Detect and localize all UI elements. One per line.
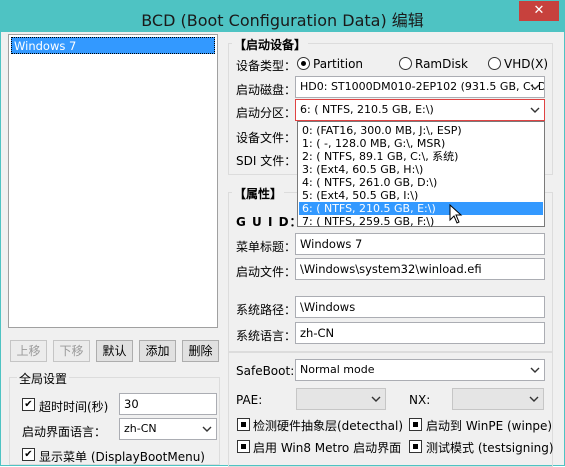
detecthal-checkbox[interactable] [237, 418, 250, 431]
default-button[interactable]: 默认 [96, 340, 133, 362]
partition-option[interactable]: 0: (FAT16, 300.0 MB, J:\, ESP) [299, 124, 543, 137]
mouse-cursor-icon [449, 204, 463, 224]
add-button[interactable]: 添加 [139, 340, 176, 362]
sdi-file-label: SDI 文件： [236, 154, 297, 168]
chevron-down-icon [371, 396, 381, 402]
metro-label: 启用 Win8 Metro 启动界面 [253, 441, 402, 455]
partition-dropdown-list[interactable]: 0: (FAT16, 300.0 MB, J:\, ESP) 1: ( -, 1… [297, 121, 545, 228]
partition-radio-label: Partition [313, 57, 364, 71]
safeboot-select[interactable]: Normal mode [295, 359, 545, 381]
metro-checkbox[interactable] [237, 440, 250, 453]
timeout-checkbox[interactable]: ✔ [22, 398, 35, 411]
boot-lang-label: 启动界面语言： [22, 425, 107, 439]
boot-partition-value: 6: ( NTFS, 210.5 GB, E:\) [300, 103, 434, 116]
safeboot-label: SafeBoot: [236, 364, 295, 378]
ramdisk-radio[interactable] [399, 57, 412, 70]
device-file-label: 设备文件： [236, 131, 297, 145]
partition-option-selected[interactable]: 6: ( NTFS, 210.5 GB, E:\) [299, 202, 543, 215]
partition-option[interactable]: 1: ( -, 128.0 MB, G:\, MSR) [299, 137, 543, 150]
boot-lang-value: zh-CN [124, 422, 157, 435]
safeboot-value: Normal mode [300, 363, 375, 376]
chevron-down-icon [530, 84, 540, 90]
show-menu-checkbox[interactable]: ✔ [22, 448, 35, 461]
testsigning-checkbox[interactable] [409, 440, 422, 453]
close-button[interactable]: ✕ [519, 1, 559, 21]
chevron-down-icon [529, 396, 539, 402]
partition-option[interactable]: 5: (Ext4, 50.5 GB, I:\) [299, 189, 543, 202]
menu-title-input[interactable]: Windows 7 [295, 233, 545, 255]
menu-title-label: 菜单标题： [236, 240, 297, 254]
title-bar: BCD (Boot Configuration Data) 编辑 ✕ [1, 1, 564, 32]
boot-disk-value: HD0: ST1000DM010-2EP102 (931.5 GB, C: D:… [300, 80, 545, 93]
timeout-label: 超时时间(秒) [39, 400, 109, 414]
properties-title: 【属性】 [232, 185, 285, 202]
boot-entry-list[interactable]: Windows 7 [8, 34, 218, 328]
boot-lang-select[interactable]: zh-CN [119, 418, 217, 440]
system-path-input[interactable]: \Windows [295, 296, 545, 318]
list-item[interactable]: Windows 7 [11, 37, 215, 54]
boot-disk-label: 启动磁盘： [236, 83, 297, 97]
partition-option[interactable]: 7: ( NTFS, 259.5 GB, F:\) [299, 215, 543, 228]
global-settings-title: 全局设置 [17, 370, 70, 387]
partition-radio[interactable] [297, 57, 310, 70]
testsigning-label: 测试模式 (testsigning) [426, 441, 554, 455]
window-title: BCD (Boot Configuration Data) 编辑 [141, 11, 424, 30]
device-type-label: 设备类型： [236, 59, 297, 73]
boot-file-label: 启动文件： [236, 265, 297, 279]
boot-disk-select[interactable]: HD0: ST1000DM010-2EP102 (931.5 GB, C: D:… [295, 76, 545, 98]
boot-device-title: 【启动设备】 [232, 36, 309, 53]
bcd-editor-window: BCD (Boot Configuration Data) 编辑 ✕ Windo… [0, 0, 565, 467]
winpe-checkbox[interactable] [409, 418, 422, 431]
boot-file-input[interactable]: \Windows\system32\winload.efi [295, 258, 545, 280]
show-menu-label: 显示菜单 (DisplayBootMenu) [39, 450, 205, 464]
chevron-down-icon [530, 107, 540, 113]
chevron-down-icon [530, 367, 540, 373]
partition-option[interactable]: 2: ( NTFS, 89.1 GB, C:\, 系统) [299, 150, 543, 163]
partition-option[interactable]: 4: ( NTFS, 261.0 GB, D:\) [299, 176, 543, 189]
boot-partition-label: 启动分区： [236, 106, 297, 120]
vhd-radio[interactable] [488, 57, 501, 70]
boot-partition-select[interactable]: 6: ( NTFS, 210.5 GB, E:\) [295, 99, 545, 121]
system-lang-input[interactable]: zh-CN [295, 322, 545, 344]
detecthal-label: 检测硬件抽象层(detecthal) [253, 419, 404, 433]
partition-option[interactable]: 3: (Ext4, 60.5 GB, H:\) [299, 163, 543, 176]
nx-label: NX: [409, 393, 431, 407]
system-path-label: 系统路径： [236, 303, 297, 317]
pae-select[interactable] [296, 388, 386, 410]
timeout-input[interactable]: 30 [119, 393, 217, 415]
pae-label: PAE: [236, 393, 263, 407]
move-down-button[interactable]: 下移 [53, 340, 90, 362]
guid-label: G U I D： [236, 215, 303, 229]
vhd-radio-label: VHD(X) [504, 57, 549, 71]
system-lang-label: 系统语言： [236, 329, 297, 343]
ramdisk-radio-label: RamDisk [415, 57, 468, 71]
nx-select[interactable] [452, 388, 544, 410]
chevron-down-icon [202, 426, 212, 432]
winpe-label: 启动到 WinPE (winpe) [426, 419, 553, 433]
move-up-button[interactable]: 上移 [10, 340, 47, 362]
delete-button[interactable]: 删除 [182, 340, 219, 362]
